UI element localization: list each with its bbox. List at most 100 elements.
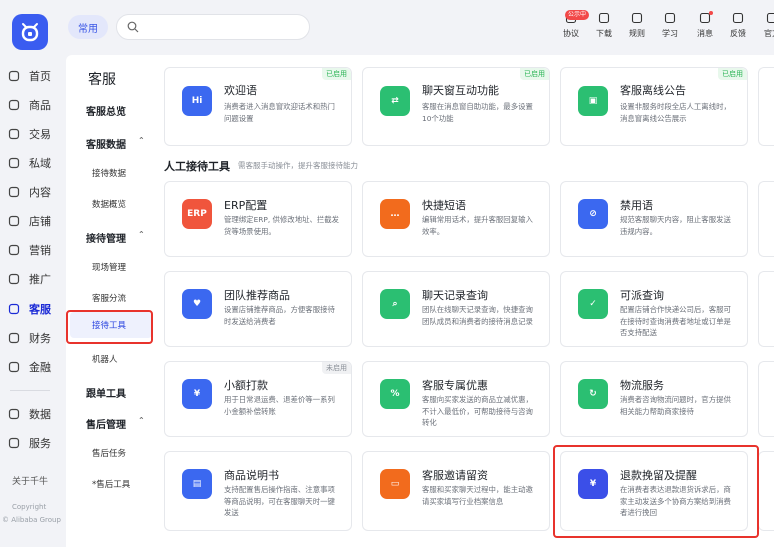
book-icon — [664, 12, 676, 24]
toolbar-label: 反馈 — [730, 29, 746, 38]
nav-item-finance[interactable]: 财务 — [0, 328, 62, 348]
menu-item-reception-data[interactable]: 接待数据 — [92, 167, 126, 179]
card-title: 聊天窗互动功能 — [422, 84, 499, 97]
nav-item-content[interactable]: 内容 — [0, 182, 62, 202]
nav-item-label: 内容 — [29, 186, 51, 199]
search-input[interactable] — [145, 18, 305, 36]
card-description: 团队在线聊天记录查询，快捷查询团队成员和消费者的接待消息记录 — [422, 305, 533, 326]
feedback-icon — [732, 12, 744, 24]
partial-card[interactable] — [758, 67, 774, 146]
toolbar-message[interactable]: 消息 — [688, 12, 722, 44]
menu-section-data[interactable]: 客服数据 ⌃ — [86, 136, 145, 151]
rules-icon — [631, 12, 643, 24]
nav-item-shop[interactable]: 店铺 — [0, 211, 62, 231]
menu-overview[interactable]: 客服总览 — [86, 103, 126, 118]
tool-card[interactable]: ↻ 物流服务 消费者咨询物流问题时，官方提供相关能力帮助商家接待 — [560, 361, 748, 437]
nav-item-promo[interactable]: 推广 — [0, 269, 62, 289]
toolbar-label: 协议 — [563, 29, 579, 38]
tool-card[interactable]: % 客服专属优惠 客服向买家发送的商品立减优惠，不计入最低价，可帮助接待与咨询转化 — [362, 361, 550, 437]
toolbar-rules[interactable]: 规则 — [620, 12, 654, 44]
menu-order-follow[interactable]: 跟单工具 — [86, 385, 126, 400]
tool-card[interactable]: ERP ERP配置 管理绑定ERP, 供修改地址、拦截发货等场景使用。 — [164, 181, 352, 257]
chevron-up-icon: ⌃ — [138, 230, 145, 239]
nav-item-trade[interactable]: 交易 — [0, 124, 62, 144]
common-button[interactable]: 常用 — [68, 15, 108, 39]
card-description: 设置非服务时段全店人工离线时，消息窗离线公告展示 — [620, 102, 731, 123]
menu-item-data-overview[interactable]: 数据概览 — [92, 198, 126, 210]
nav-item-service[interactable]: 客服 — [0, 299, 62, 319]
nav-item-label: 商品 — [29, 99, 51, 112]
partial-card[interactable] — [758, 451, 774, 531]
card-title: 物流服务 — [620, 379, 664, 392]
partial-card[interactable] — [758, 361, 774, 437]
nav-item-label: 财务 — [29, 332, 51, 345]
headset-icon — [8, 303, 20, 315]
nav-item-goods[interactable]: 商品 — [0, 95, 62, 115]
nav-item-label: 营销 — [29, 244, 51, 257]
users-icon — [8, 157, 20, 169]
card-icon: ▤ — [182, 469, 212, 499]
partial-card[interactable] — [758, 181, 774, 257]
card-description: 客服在消息窗自助功能，最多设置10个功能 — [422, 102, 533, 123]
card-description: 规范客服聊天内容，阻止客服发送违规内容。 — [620, 215, 731, 236]
status-badge: 已启用 — [322, 68, 351, 80]
menu-section-reception[interactable]: 接待管理 ⌃ — [86, 230, 145, 245]
card-description: 配置店铺合作快递公司后，客服可在接待时查询消费者地址或订单是否支持配送 — [620, 305, 731, 337]
card-title: 聊天记录查询 — [422, 289, 488, 302]
menu-item-aftersale-tool[interactable]: *售后工具 — [92, 478, 130, 490]
about-link[interactable]: 关于千牛 — [12, 474, 48, 487]
card-title: 快捷短语 — [422, 199, 466, 212]
card-icon: ¥ — [182, 379, 212, 409]
menu-title: 客服 — [88, 72, 116, 88]
tool-card[interactable]: … 快捷短语 编辑常用话术，提升客服回复输入效率。 — [362, 181, 550, 257]
partial-card[interactable] — [758, 271, 774, 347]
nav-item-label: 数据 — [29, 408, 51, 421]
tool-card[interactable]: Hi 欢迎语 消费者进入消息窗欢迎话术和热门问题设置 已启用 — [164, 67, 352, 146]
menu-item-aftersale-task[interactable]: 售后任务 — [92, 447, 126, 459]
toolbar-feedback[interactable]: 反馈 — [721, 12, 755, 44]
toolbar-book[interactable]: 学习 — [653, 12, 687, 44]
tool-card[interactable]: ▭ 客服邀请留资 客服和买家聊天过程中，能主动邀请买家填写行业档案信息 — [362, 451, 550, 531]
tool-card[interactable]: ⌕ 聊天记录查询 团队在线聊天记录查询，快捷查询团队成员和消费者的接待消息记录 — [362, 271, 550, 347]
card-title: 客服离线公告 — [620, 84, 686, 97]
notice-badge: 公示中 — [565, 10, 590, 20]
nav-item-label: 客服 — [29, 303, 51, 316]
nav-item-private[interactable]: 私域 — [0, 153, 62, 173]
card-title: 客服邀请留资 — [422, 469, 488, 482]
card-description: 用于日常退运费、退差价等一系列小金额补偿转账 — [224, 395, 335, 416]
nav-item-marketing[interactable]: 营销 — [0, 240, 62, 260]
download-icon — [598, 12, 610, 24]
toolbar-label: 消息 — [697, 29, 713, 38]
card-icon: ▭ — [380, 469, 410, 499]
nav-item-data[interactable]: 数据 — [0, 404, 62, 424]
card-icon: ✓ — [578, 289, 608, 319]
card-description: 管理绑定ERP, 供修改地址、拦截发货等场景使用。 — [224, 215, 340, 236]
section-subtitle: 需客服手动操作，提升客服接待能力 — [238, 161, 358, 170]
tool-card[interactable]: ✓ 可派查询 配置店铺合作快递公司后，客服可在接待时查询消费者地址或订单是否支持配送 — [560, 271, 748, 347]
app-logo[interactable] — [12, 14, 48, 50]
coin-icon — [8, 361, 20, 373]
menu-item-site[interactable]: 现场管理 — [92, 261, 126, 273]
grid-icon — [8, 437, 20, 449]
menu-item-routing[interactable]: 客服分流 — [92, 292, 126, 304]
toolbar-download[interactable]: 下载 — [587, 12, 621, 44]
card-title: 欢迎语 — [224, 84, 257, 97]
card-description: 支持配置售后操作指南、注意事项等商品说明，可在客服聊天时一键发送 — [224, 485, 335, 517]
search-box[interactable] — [116, 14, 310, 40]
menu-item-robot[interactable]: 机器人 — [92, 353, 118, 365]
menu-section-aftersale[interactable]: 售后管理 ⌃ — [86, 416, 145, 431]
nav-item-home[interactable]: 首页 — [0, 66, 62, 86]
card-description: 设置店铺推荐商品，方便客服接待时发送给消费者 — [224, 305, 335, 326]
highlight-box — [66, 310, 153, 344]
tool-card[interactable]: ♥ 团队推荐商品 设置店铺推荐商品，方便客服接待时发送给消费者 — [164, 271, 352, 347]
tool-card[interactable]: ▤ 商品说明书 支持配置售后操作指南、注意事项等商品说明，可在客服聊天时一键发送 — [164, 451, 352, 531]
nav-item-services[interactable]: 服务 — [0, 433, 62, 453]
tool-card[interactable]: ⇄ 聊天窗互动功能 客服在消息窗自助功能，最多设置10个功能 已启用 — [362, 67, 550, 146]
tool-card[interactable]: ⊘ 禁用语 规范客服聊天内容，阻止客服发送违规内容。 — [560, 181, 748, 257]
shop-icon — [8, 215, 20, 227]
toolbar-official[interactable]: 官方 — [755, 12, 774, 44]
tool-card[interactable]: ¥ 小额打款 用于日常退运费、退差价等一系列小金额补偿转账 未启用 — [164, 361, 352, 437]
tool-card[interactable]: ▣ 客服离线公告 设置非服务时段全店人工离线时，消息窗离线公告展示 已启用 — [560, 67, 748, 146]
search-icon — [127, 21, 139, 33]
nav-item-money[interactable]: 金融 — [0, 357, 62, 377]
